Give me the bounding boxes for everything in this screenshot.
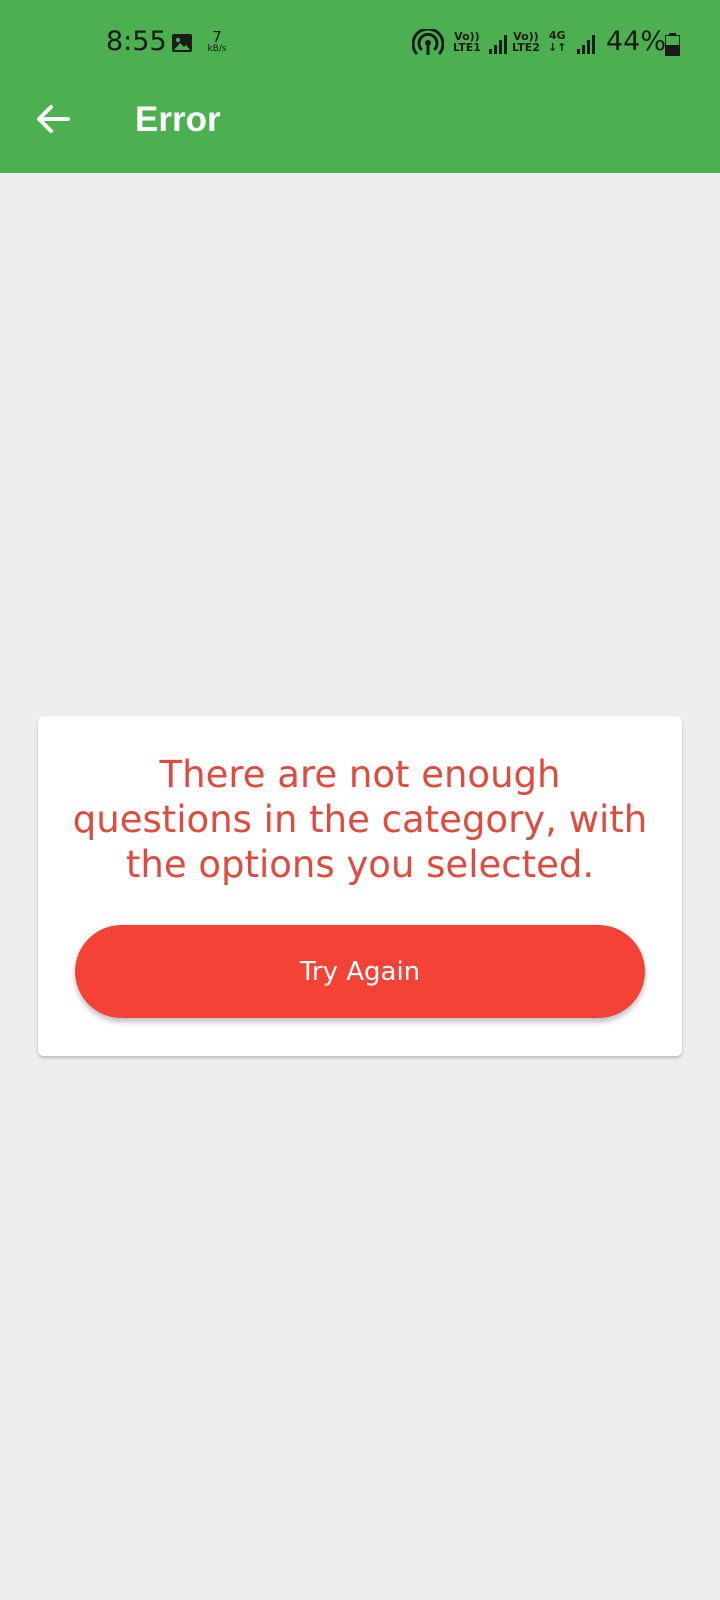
sim2-volte-label: Vo)) LTE2 <box>512 31 540 53</box>
battery-icon <box>665 33 680 56</box>
network-speed-value: 7 <box>212 28 222 46</box>
data-arrows-icon: ↓↑ <box>548 41 567 54</box>
sim2-volte-bottom: LTE2 <box>512 41 540 54</box>
battery-percent: 44% <box>606 26 667 57</box>
signal-sim2-icon <box>577 35 595 54</box>
arrow-left-icon <box>37 105 70 133</box>
error-card: There are not enough questions in the ca… <box>38 716 682 1056</box>
network-speed-unit: kB/s <box>207 44 227 54</box>
back-button[interactable] <box>30 96 76 142</box>
app-header: 8:55 7 kB/s Vo)) LTE1 Vo)) LTE2 4G ↓↑ 44… <box>0 0 720 173</box>
try-again-button[interactable]: Try Again <box>75 925 645 1018</box>
status-bar: 8:55 7 kB/s Vo)) LTE1 Vo)) LTE2 4G ↓↑ 44… <box>0 0 720 88</box>
error-message: There are not enough questions in the ca… <box>72 753 648 886</box>
hotspot-icon <box>412 29 444 55</box>
sim1-volte-label: Vo)) LTE1 <box>453 31 481 53</box>
network-type: 4G ↓↑ <box>548 30 566 54</box>
signal-sim1-icon <box>489 35 507 54</box>
status-time: 8:55 <box>106 26 167 57</box>
page-title: Error <box>135 100 221 139</box>
gallery-icon <box>172 34 192 52</box>
sim1-volte-bottom: LTE1 <box>453 41 481 54</box>
network-speed: 7 kB/s <box>204 30 230 54</box>
